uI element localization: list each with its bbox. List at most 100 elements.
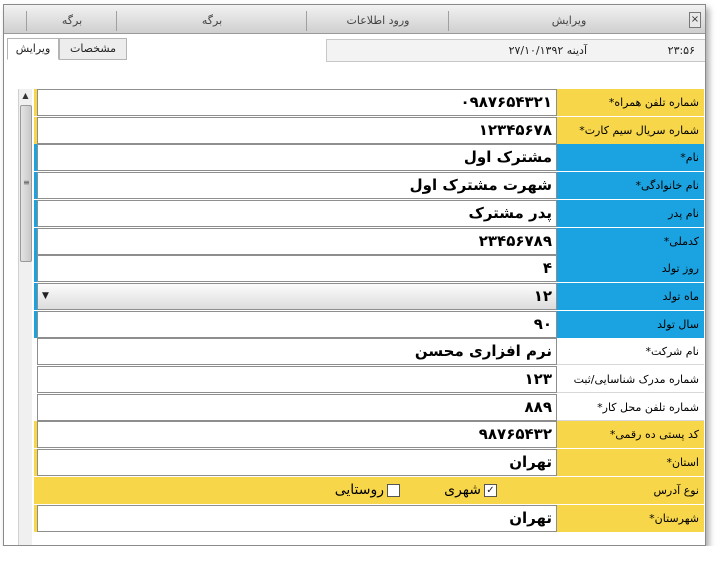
county-field[interactable]: تهران — [37, 504, 557, 532]
form-row: شهرت مشترک اول نام خانوادگی* — [34, 172, 704, 200]
field-value: ۹۸۷۶۵۴۳۲ — [478, 425, 552, 444]
field-label-text: کدملی* — [663, 234, 699, 248]
grip-icon: ≡ — [23, 178, 30, 187]
field-label-text: روز تولد — [661, 262, 699, 276]
field-value: ۲۳۴۵۶۷۸۹ — [478, 231, 552, 250]
field-value: ۰۹۸۷۶۵۴۳۲۱ — [460, 93, 552, 111]
field-label: نوع آدرس — [557, 476, 704, 504]
field-label-text: نام خانوادگی* — [635, 179, 699, 193]
status-time: ۲۳:۵۶ — [667, 44, 695, 57]
field-label: شماره تلفن همراه* — [557, 89, 704, 116]
field-label: شهرستان* — [557, 504, 704, 532]
field-label: نام شرکت* — [557, 338, 704, 366]
top-tab-data-entry[interactable]: ورود اطلاعات — [306, 11, 449, 31]
field-label-text: شماره تلفن محل کار* — [597, 400, 699, 414]
field-value: مشترک اول — [463, 148, 552, 167]
field-value: تهران — [509, 453, 552, 472]
field-label-text: نام شرکت* — [645, 345, 699, 359]
field-label: استان* — [557, 449, 704, 477]
form-row: ۹۰ سال تولد — [34, 310, 704, 338]
form-field[interactable]: شهرت مشترک اول — [37, 172, 557, 200]
field-label-text: شماره مدرک شناسایی/ثبت — [573, 373, 699, 386]
form-field[interactable]: پدر مشترک — [37, 199, 557, 227]
form-field[interactable]: ۰۹۸۷۶۵۴۳۲۱ — [37, 89, 557, 116]
checkbox-label[interactable]: شهری — [444, 477, 481, 504]
urban-checkbox[interactable]: ✓ — [484, 483, 497, 497]
address-type-options: ✓ شهری روستایی — [37, 477, 555, 504]
top-tab-edit[interactable]: ویرایش — [448, 11, 689, 31]
status-date: آدینه ۲۷/۱۰/۱۳۹۲ — [508, 44, 587, 57]
form-row: ۹۸۷۶۵۴۳۲ کد پستی ده رقمی* — [34, 421, 704, 449]
field-value: پدر مشترک — [468, 203, 552, 222]
form-field[interactable]: ۲۳۴۵۶۷۸۹ — [37, 227, 557, 255]
rural-checkbox[interactable] — [387, 483, 400, 497]
form-field[interactable]: نرم افزاری محسن — [37, 338, 557, 366]
form-row: ۱۲۳ شماره مدرک شناسایی/ثبت — [34, 366, 704, 393]
field-label-text: سال تولد — [657, 317, 699, 331]
field-label: روز تولد — [557, 255, 704, 283]
field-label: شماره سریال سیم کارت* — [557, 116, 704, 144]
scroll-up-icon[interactable]: ▲ — [19, 89, 32, 102]
field-label-text: شماره تلفن همراه* — [608, 96, 699, 109]
tab-edit[interactable]: ویرایش — [7, 38, 59, 60]
top-tab-strip: برگه برگه ورود اطلاعات ویرایش × — [4, 5, 705, 34]
form-field[interactable]: ۸۸۹ — [37, 393, 557, 421]
field-label: نام* — [557, 144, 704, 172]
field-value: ۱۲ — [533, 286, 552, 305]
vertical-scrollbar[interactable]: ▲ ≡ — [18, 89, 32, 545]
scrollbar-thumb[interactable]: ≡ — [20, 105, 32, 262]
field-label-text: شهرستان* — [649, 511, 699, 525]
field-value: تهران — [509, 508, 552, 527]
field-label-text: نام پدر — [668, 206, 699, 220]
form-field[interactable]: مشترک اول — [37, 144, 557, 172]
form-row: نرم افزاری محسن نام شرکت* — [34, 338, 704, 366]
field-value: ۸۸۹ — [524, 397, 552, 416]
app-window: برگه برگه ورود اطلاعات ویرایش × ویرایش م… — [3, 4, 706, 546]
field-label-text: کد پستی ده رقمی* — [609, 428, 699, 442]
form-field[interactable]: تهران — [37, 449, 557, 477]
field-label: ماه تولد — [557, 282, 704, 310]
field-label-text: استان* — [666, 456, 699, 470]
checkbox-label[interactable]: روستایی — [335, 477, 384, 504]
field-label-text: نوع آدرس — [653, 483, 700, 497]
form-row: ۱۲ ▼ ماه تولد — [34, 282, 704, 310]
close-icon[interactable]: × — [689, 12, 701, 28]
field-label-text: ماه تولد — [662, 289, 699, 303]
field-label-text: شماره سریال سیم کارت* — [579, 123, 699, 137]
field-label: کد پستی ده رقمی* — [557, 421, 704, 449]
birth-month-select[interactable]: ۱۲ ▼ — [37, 282, 557, 310]
form-row: مشترک اول نام* — [34, 144, 704, 172]
form-row: ۱۲۳۴۵۶۷۸ شماره سریال سیم کارت* — [34, 116, 704, 144]
chevron-down-icon[interactable]: ▼ — [42, 284, 49, 309]
address-type-row: ✓ شهری روستایی نوع آدرس — [34, 476, 704, 504]
form-row: ۸۸۹ شماره تلفن محل کار* — [34, 393, 704, 421]
top-tab-4[interactable]: برگه — [26, 11, 117, 31]
field-value: ۹۰ — [533, 314, 552, 333]
form-field[interactable]: ۹۰ — [37, 310, 557, 338]
form-row: ۴ روز تولد — [34, 255, 704, 283]
form-field[interactable]: ۴ — [37, 255, 557, 283]
field-value: ۴ — [542, 259, 552, 278]
field-value: نرم افزاری محسن — [414, 342, 552, 361]
field-value: شهرت مشترک اول — [409, 176, 552, 195]
form-row: تهران استان* — [34, 449, 704, 477]
field-label: نام پدر — [557, 199, 704, 227]
form-row: پدر مشترک نام پدر — [34, 199, 704, 227]
field-value: ۱۲۳ — [524, 370, 552, 388]
status-bar: آدینه ۲۷/۱۰/۱۳۹۲ ۲۳:۵۶ — [326, 39, 705, 62]
form-row: تهران شهرستان* — [34, 504, 704, 532]
form-field[interactable]: ۹۸۷۶۵۴۳۲ — [37, 421, 557, 449]
field-value: ۱۲۳۴۵۶۷۸ — [478, 120, 552, 139]
field-label: سال تولد — [557, 310, 704, 338]
form-field[interactable]: ۱۲۳۴۵۶۷۸ — [37, 116, 557, 144]
field-label: کدملی* — [557, 227, 704, 255]
form-row: ۰۹۸۷۶۵۴۳۲۱ شماره تلفن همراه* — [34, 89, 704, 116]
top-tab-3[interactable]: برگه — [116, 11, 307, 31]
form-row: ۲۳۴۵۶۷۸۹ کدملی* — [34, 227, 704, 255]
form-field[interactable]: ۱۲۳ — [37, 366, 557, 393]
field-label-text: نام* — [680, 151, 699, 165]
tab-details[interactable]: مشخصات — [59, 38, 127, 60]
field-label: شماره تلفن محل کار* — [557, 393, 704, 421]
text-caret — [705, 94, 706, 110]
field-label: شماره مدرک شناسایی/ثبت — [557, 366, 704, 393]
